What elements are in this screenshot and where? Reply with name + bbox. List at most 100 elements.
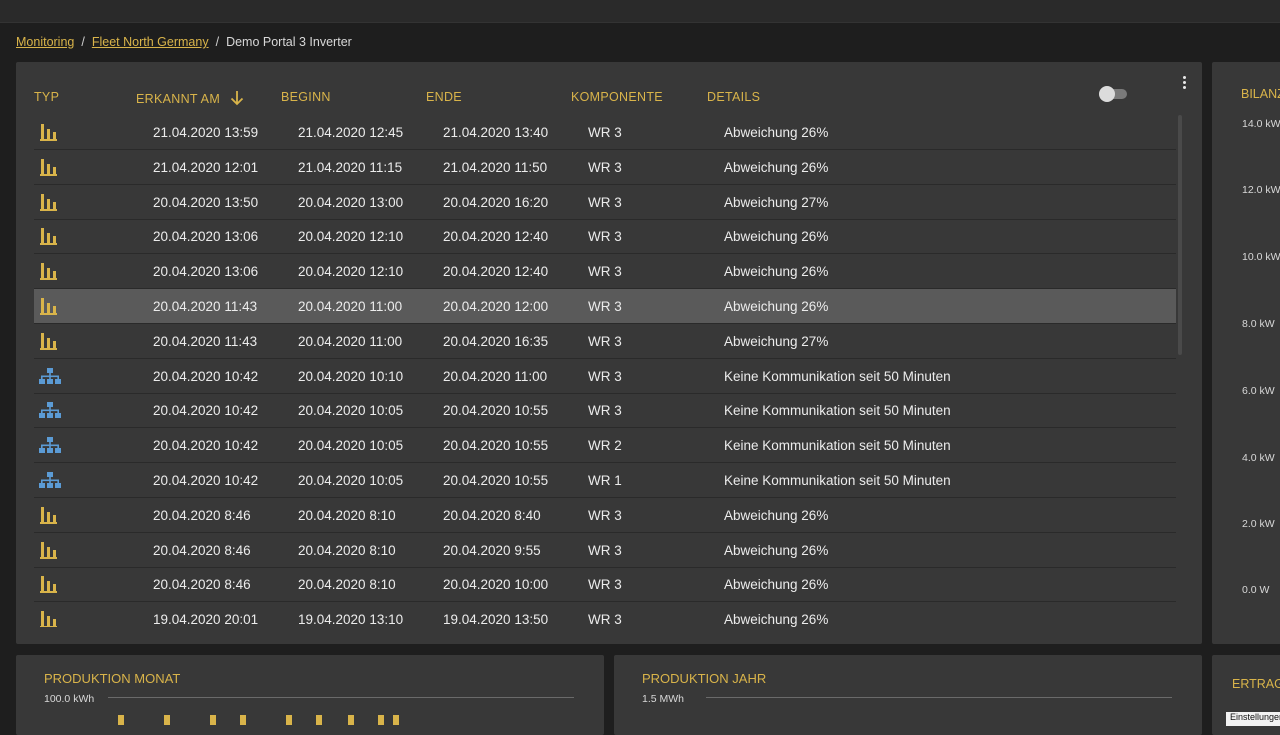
cell-details: Abweichung 26% (724, 612, 829, 627)
cell-ende: 21.04.2020 13:40 (443, 125, 549, 140)
cell-komponente: WR 3 (588, 125, 622, 140)
table-row[interactable]: 20.04.2020 8:46 20.04.2020 8:10 20.04.2020… (34, 567, 1176, 603)
cell-beginn: 20.04.2020 11:00 (298, 333, 403, 349)
y-axis-tick-label: 10.0 kW (1242, 251, 1280, 263)
deviation-chart-icon (38, 122, 58, 142)
cell-ende: 20.04.2020 10:55 (443, 403, 549, 419)
cell-beginn: 19.04.2020 13:10 (298, 612, 404, 627)
table-row[interactable]: 21.04.2020 12:01 21.04.2020 11:15 21.04.20… (34, 150, 1176, 185)
table-row[interactable]: 20.04.2020 10:42 20.04.2020 10:05 20.04.20… (34, 393, 1176, 429)
cell-details: Abweichung 27% (724, 333, 829, 349)
view-toggle[interactable] (1099, 86, 1127, 102)
produktion-monat-title: PRODUKTION MONAT (44, 671, 181, 686)
y-axis-tick-label: 8.0 kW (1242, 318, 1275, 330)
table-row[interactable]: 20.04.2020 11:43 20.04.2020 11:00 20.04.20… (34, 324, 1176, 359)
table-row[interactable]: 20.04.2020 8:46 20.04.2020 8:10 20.04.2020… (34, 498, 1176, 533)
table-row[interactable]: 20.04.2020 13:06 20.04.2020 12:10 20.04.20… (34, 219, 1176, 255)
cell-ende: 20.04.2020 12:40 (443, 229, 549, 245)
produktion-jahr-title: PRODUKTION JAHR (642, 671, 767, 686)
cell-erkannt: 20.04.2020 8:46 (153, 507, 251, 523)
column-header-komponente[interactable]: KOMPONENTE (571, 90, 663, 104)
cell-komponente: WR 1 (588, 473, 622, 488)
deviation-chart-icon (38, 226, 58, 246)
cell-komponente: WR 2 (588, 438, 622, 454)
cell-komponente: WR 3 (588, 194, 622, 210)
cell-erkannt: 20.04.2020 8:46 (153, 577, 251, 593)
column-header-erkannt[interactable]: ERKANNT AM (136, 90, 244, 106)
column-header-details[interactable]: DETAILS (707, 90, 760, 104)
toggle-knob (1099, 86, 1115, 102)
breadcrumb-separator: / (215, 35, 220, 49)
cell-ende: 20.04.2020 16:20 (443, 194, 549, 210)
settings-button[interactable]: Einstellungen (1226, 712, 1280, 726)
table-scrollbar[interactable] (1178, 115, 1182, 355)
table-row[interactable]: 20.04.2020 13:50 20.04.2020 13:00 20.04.20… (34, 185, 1176, 220)
cell-erkannt: 19.04.2020 20:01 (153, 612, 259, 627)
cell-komponente: WR 3 (588, 229, 622, 245)
breadcrumb: Monitoring / Fleet North Germany / Demo Port… (16, 35, 352, 49)
produktion-jahr-max: 1.5 MWh (642, 693, 685, 705)
cell-beginn: 20.04.2020 12:10 (298, 229, 404, 245)
gridline (706, 697, 1172, 698)
cell-erkannt: 20.04.2020 13:06 (153, 229, 259, 245)
produktion-monat-panel: PRODUKTION MONAT 100.0 kWh (16, 655, 604, 735)
deviation-chart-icon (38, 261, 58, 281)
events-panel: TYP ERKANNT AM BEGINN ENDE KOMPONENTE DE… (16, 62, 1202, 644)
cell-beginn: 20.04.2020 13:00 (298, 194, 404, 210)
column-header-ende[interactable]: ENDE (426, 90, 462, 104)
deviation-chart-icon (38, 574, 58, 594)
cell-erkannt: 21.04.2020 13:59 (153, 125, 259, 140)
deviation-chart-icon (38, 157, 58, 177)
cell-komponente: WR 3 (588, 159, 622, 175)
cell-erkannt: 20.04.2020 13:50 (153, 194, 259, 210)
y-axis-tick-label: 4.0 kW (1242, 452, 1275, 464)
cell-ende: 20.04.2020 12:40 (443, 264, 549, 280)
cell-beginn: 20.04.2020 10:05 (298, 473, 404, 488)
cell-beginn: 20.04.2020 8:10 (298, 507, 396, 523)
produktion-jahr-panel: PRODUKTION JAHR 1.5 MWh (614, 655, 1202, 735)
breadcrumb-link-monitoring[interactable]: Monitoring (16, 35, 74, 49)
y-axis-tick-label: 2.0 kW (1242, 518, 1275, 530)
cell-erkannt: 20.04.2020 10:42 (153, 368, 259, 384)
table-row[interactable]: 20.04.2020 10:42 20.04.2020 10:10 20.04.20… (34, 359, 1176, 394)
cell-erkannt: 20.04.2020 11:43 (153, 299, 258, 314)
cell-beginn: 20.04.2020 11:00 (298, 299, 403, 314)
y-axis-tick-label: 12.0 kW (1242, 184, 1280, 196)
cell-ende: 20.04.2020 16:35 (443, 333, 549, 349)
table-row[interactable]: 20.04.2020 13:06 20.04.2020 12:10 20.04.20… (34, 254, 1176, 290)
deviation-chart-icon (38, 540, 58, 560)
ertrag-title: ERTRAG (1232, 677, 1280, 691)
bilanz-panel: BILANZ 14.0 kW 12.0 kW 10.0 kW 8.0 kW 6.0 kW… (1212, 62, 1280, 644)
cell-details: Keine Kommunikation seit 50 Minuten (724, 368, 951, 384)
more-options-icon[interactable] (1178, 74, 1190, 94)
table-row[interactable]: 20.04.2020 8:46 20.04.2020 8:10 20.04.2020… (34, 533, 1176, 568)
cell-komponente: WR 3 (588, 368, 622, 384)
cell-ende: 19.04.2020 13:50 (443, 612, 549, 627)
cell-details: Keine Kommunikation seit 50 Minuten (724, 403, 951, 419)
y-axis-tick-label: 6.0 kW (1242, 385, 1275, 397)
events-table-body: 21.04.2020 13:59 21.04.2020 12:45 21.04.20… (34, 115, 1176, 627)
table-row[interactable]: 21.04.2020 13:59 21.04.2020 12:45 21.04.20… (34, 115, 1176, 150)
cell-komponente: WR 3 (588, 612, 622, 627)
table-row[interactable]: 19.04.2020 20:01 19.04.2020 13:10 19.04.20… (34, 602, 1176, 627)
breadcrumb-separator: / (81, 35, 85, 49)
table-row[interactable]: 20.04.2020 10:42 20.04.2020 10:05 20.04.20… (34, 428, 1176, 464)
column-header-typ[interactable]: TYP (34, 90, 59, 104)
cell-komponente: WR 3 (588, 542, 622, 558)
column-header-beginn[interactable]: BEGINN (281, 90, 331, 104)
cell-details: Abweichung 26% (724, 264, 829, 280)
breadcrumb-link-fleet[interactable]: Fleet North Germany (92, 35, 209, 49)
column-header-erkannt-label: ERKANNT AM (136, 92, 221, 106)
table-row[interactable]: 20.04.2020 11:43 20.04.2020 11:00 20.04.20… (34, 289, 1176, 324)
table-row[interactable]: 20.04.2020 10:42 20.04.2020 10:05 20.04.20… (34, 463, 1176, 498)
cell-ende: 20.04.2020 8:40 (443, 507, 541, 523)
network-icon (38, 366, 61, 386)
top-bar (0, 0, 1280, 23)
cell-beginn: 20.04.2020 8:10 (298, 542, 396, 558)
cell-komponente: WR 3 (588, 333, 622, 349)
cell-erkannt: 20.04.2020 13:06 (153, 264, 259, 280)
cell-ende: 20.04.2020 11:00 (443, 368, 548, 384)
cell-erkannt: 20.04.2020 8:46 (153, 542, 251, 558)
cell-komponente: WR 3 (588, 403, 622, 419)
cell-details: Abweichung 26% (724, 159, 829, 175)
